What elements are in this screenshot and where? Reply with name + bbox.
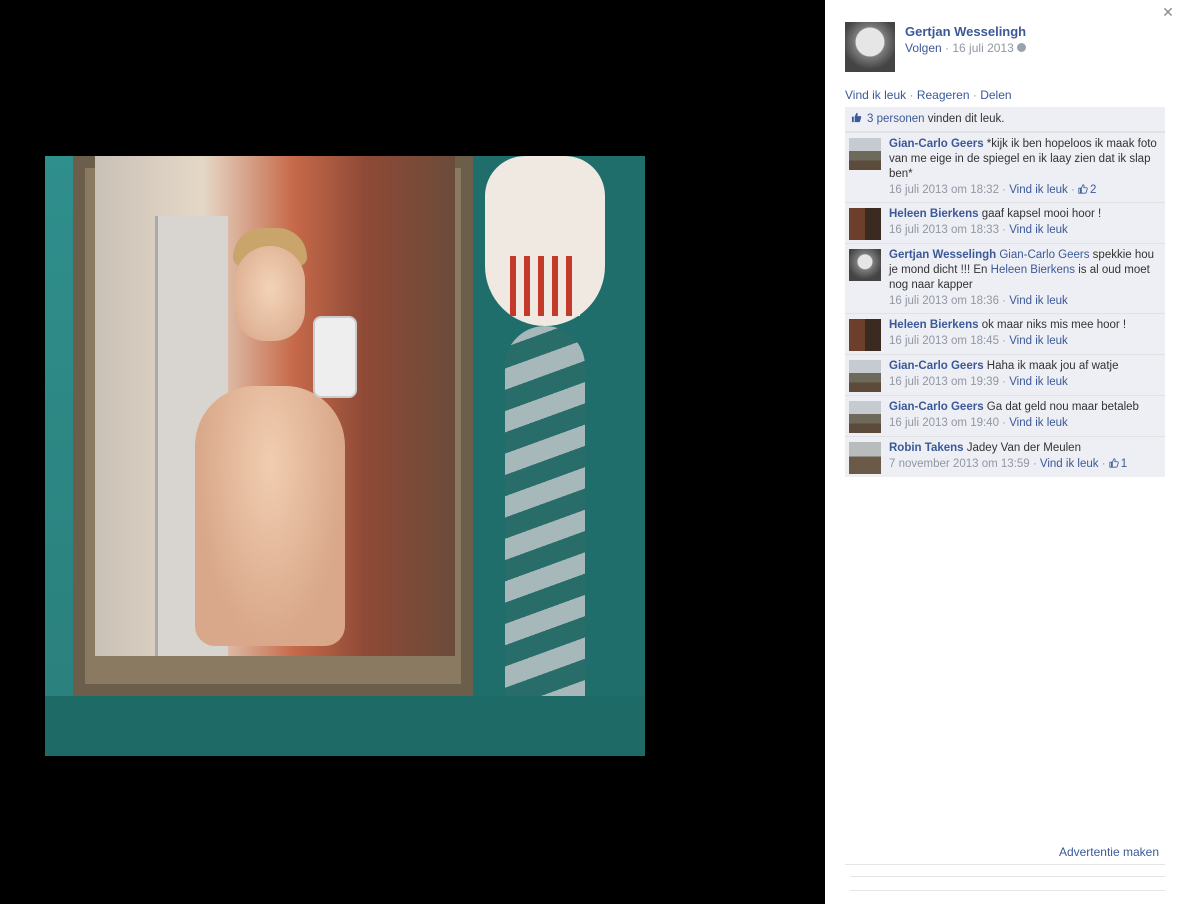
share-link[interactable]: Delen bbox=[980, 88, 1011, 102]
thumbs-up-icon bbox=[1109, 458, 1119, 468]
comment-like-link[interactable]: Vind ik leuk bbox=[1009, 295, 1068, 307]
comment-item: Gian-Carlo Geers *kijk ik ben hopeloos i… bbox=[845, 132, 1165, 202]
thumbs-up-icon bbox=[1078, 184, 1088, 194]
comment-item: Robin Takens Jadey Van der Meulen 7 nove… bbox=[845, 436, 1165, 477]
action-separator: · bbox=[906, 88, 917, 102]
divider bbox=[850, 876, 1165, 877]
comment-time[interactable]: 16 juli 2013 om 18:32 bbox=[889, 184, 999, 196]
owner-header: Gertjan Wesselingh Volgen · 16 juli 2013 bbox=[845, 22, 1165, 74]
comment-author[interactable]: Heleen Bierkens bbox=[889, 319, 979, 331]
comment-avatar[interactable] bbox=[849, 401, 881, 433]
photo-person-head bbox=[235, 246, 305, 341]
action-separator: · bbox=[969, 88, 981, 102]
post-actions: Vind ik leuk · Reageren · Delen bbox=[845, 88, 1012, 102]
comment-like-link[interactable]: Vind ik leuk bbox=[1009, 335, 1068, 347]
comment-like-count[interactable]: 1 bbox=[1109, 458, 1127, 470]
thumbs-up-icon bbox=[851, 112, 862, 123]
divider bbox=[845, 864, 1165, 865]
comment-meta: 16 juli 2013 om 18:36 · Vind ik leuk bbox=[889, 294, 1159, 309]
meta-separator: · bbox=[1067, 184, 1079, 196]
comment-text: gaaf kapsel mooi hoor ! bbox=[978, 208, 1102, 220]
comment-meta: 16 juli 2013 om 18:33 · Vind ik leuk bbox=[889, 223, 1159, 238]
comment-author[interactable]: Robin Takens bbox=[889, 442, 964, 454]
owner-avatar[interactable] bbox=[845, 22, 895, 72]
comment-meta: 16 juli 2013 om 18:32 · Vind ik leuk · 2 bbox=[889, 183, 1159, 198]
meta-separator: · bbox=[998, 295, 1010, 307]
comment-text: Ga dat geld nou maar betaleb bbox=[983, 401, 1139, 413]
comment-author[interactable]: Gian-Carlo Geers bbox=[889, 138, 984, 150]
likes-summary: 3 personen vinden dit leuk. bbox=[845, 107, 1165, 132]
comment-time[interactable]: 16 juli 2013 om 19:39 bbox=[889, 376, 999, 388]
comment-time[interactable]: 7 november 2013 om 13:59 bbox=[889, 458, 1030, 470]
create-ad-link[interactable]: Advertentie maken bbox=[1059, 845, 1159, 859]
comment-like-link[interactable]: Vind ik leuk bbox=[1009, 184, 1068, 196]
comment-author[interactable]: Gian-Carlo Geers bbox=[889, 401, 984, 413]
photo-stage bbox=[0, 0, 825, 904]
comment-like-link[interactable]: Vind ik leuk bbox=[1009, 224, 1068, 236]
comment-like-link[interactable]: Vind ik leuk bbox=[1009, 376, 1068, 388]
comment-time[interactable]: 16 juli 2013 om 18:45 bbox=[889, 335, 999, 347]
comment-item: Gian-Carlo Geers Haha ik maak jou af wat… bbox=[845, 354, 1165, 395]
comment-mention[interactable]: Heleen Bierkens bbox=[991, 264, 1075, 276]
comment-author[interactable]: Gertjan Wesselingh bbox=[889, 249, 996, 261]
comment-author[interactable]: Heleen Bierkens bbox=[889, 208, 979, 220]
comment-meta: 16 juli 2013 om 19:40 · Vind ik leuk bbox=[889, 416, 1159, 431]
comment-item: Gertjan Wesselingh Gian-Carlo Geers spek… bbox=[845, 243, 1165, 313]
photo-spiral-decoration bbox=[505, 326, 585, 756]
owner-name[interactable]: Gertjan Wesselingh bbox=[905, 24, 1026, 39]
post-date[interactable]: 16 juli 2013 bbox=[952, 41, 1013, 55]
meta-separator: · bbox=[941, 41, 953, 55]
comment-meta: 7 november 2013 om 13:59 · Vind ik leuk … bbox=[889, 457, 1159, 472]
comment-time[interactable]: 16 juli 2013 om 18:33 bbox=[889, 224, 999, 236]
meta-separator: · bbox=[998, 224, 1010, 236]
meta-separator: · bbox=[1098, 458, 1109, 470]
comment-author[interactable]: Gian-Carlo Geers bbox=[889, 360, 984, 372]
close-icon[interactable]: ✕ bbox=[1160, 4, 1176, 20]
photo-sidebar: ✕ Gertjan Wesselingh Volgen · 16 juli 20… bbox=[825, 0, 1184, 904]
comment-avatar[interactable] bbox=[849, 208, 881, 240]
comment-time[interactable]: 16 juli 2013 om 18:36 bbox=[889, 295, 999, 307]
comment-avatar[interactable] bbox=[849, 360, 881, 392]
owner-meta: Volgen · 16 juli 2013 bbox=[905, 41, 1026, 55]
comment-avatar[interactable] bbox=[849, 319, 881, 351]
comment-item: Gian-Carlo Geers Ga dat geld nou maar be… bbox=[845, 395, 1165, 436]
meta-separator: · bbox=[998, 417, 1010, 429]
comment-like-link[interactable]: Vind ik leuk bbox=[1009, 417, 1068, 429]
comment-like-number: 2 bbox=[1090, 184, 1097, 196]
comment-avatar[interactable] bbox=[849, 138, 881, 170]
globe-icon bbox=[1016, 43, 1026, 52]
photo-floor bbox=[45, 696, 645, 756]
comment-text: Jadey Van der Meulen bbox=[963, 442, 1081, 454]
comment-text: Haha ik maak jou af watje bbox=[983, 360, 1119, 372]
meta-separator: · bbox=[1029, 458, 1040, 470]
meta-separator: · bbox=[998, 335, 1010, 347]
comment-time[interactable]: 16 juli 2013 om 19:40 bbox=[889, 417, 999, 429]
follow-link[interactable]: Volgen bbox=[905, 41, 942, 55]
likers-link[interactable]: 3 personen bbox=[867, 113, 925, 125]
comment-mention[interactable]: Gian-Carlo Geers bbox=[999, 249, 1089, 261]
comment-item: Heleen Bierkens ok maar niks mis mee hoo… bbox=[845, 313, 1165, 354]
comment-avatar[interactable] bbox=[849, 442, 881, 474]
photo[interactable] bbox=[45, 156, 645, 756]
meta-separator: · bbox=[998, 376, 1010, 388]
comment-meta: 16 juli 2013 om 19:39 · Vind ik leuk bbox=[889, 375, 1159, 390]
photo-phone bbox=[313, 316, 357, 398]
comment-avatar[interactable] bbox=[849, 249, 881, 281]
meta-separator: · bbox=[998, 184, 1010, 196]
comment-link[interactable]: Reageren bbox=[917, 88, 970, 102]
photo-person-body bbox=[195, 386, 345, 646]
comments-panel: 3 personen vinden dit leuk. Gian-Carlo G… bbox=[845, 107, 1165, 477]
photo-mask-stripes bbox=[510, 256, 580, 316]
comment-text: ok maar niks mis mee hoor ! bbox=[978, 319, 1127, 331]
like-link[interactable]: Vind ik leuk bbox=[845, 88, 906, 102]
likes-suffix: vinden dit leuk. bbox=[924, 113, 1005, 125]
comment-item: Heleen Bierkens gaaf kapsel mooi hoor ! … bbox=[845, 202, 1165, 243]
comment-meta: 16 juli 2013 om 18:45 · Vind ik leuk bbox=[889, 334, 1159, 349]
comment-like-number: 1 bbox=[1120, 458, 1128, 470]
comment-like-link[interactable]: Vind ik leuk bbox=[1040, 458, 1099, 470]
divider bbox=[850, 890, 1165, 891]
comment-like-count[interactable]: 2 bbox=[1078, 184, 1096, 196]
